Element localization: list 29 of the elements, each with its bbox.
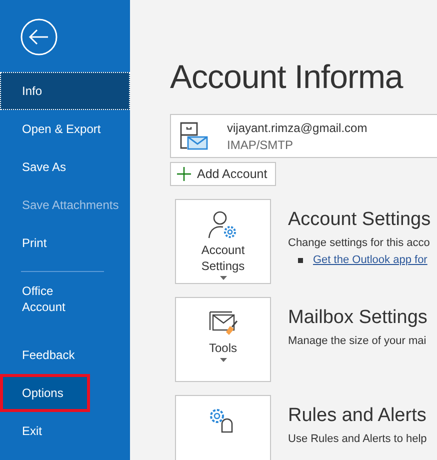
account-selector[interactable]: vijayant.rimza@gmail.com IMAP/SMTP [170,114,437,158]
bullet-icon [298,258,303,262]
person-gear-icon [207,210,239,240]
menu-item[interactable]: Save As [0,148,130,186]
settings-tile-button[interactable] [175,395,271,460]
account-email: vijayant.rimza@gmail.com [227,120,368,134]
menu-item[interactable]: Options [0,374,90,412]
menu-item[interactable]: Feedback [0,336,130,374]
caret-icon [220,276,226,280]
section-description: Change settings for this acco [288,237,431,249]
section-heading: Rules and Alerts [288,405,427,427]
account-type: IMAP/SMTP [227,138,294,152]
page-title: Account Informa [170,58,404,96]
section-description: Use Rules and Alerts to help [288,433,427,445]
settings-tile-button[interactable]: Account Settings [175,199,271,284]
mailbox-icon [179,121,209,151]
menu-item[interactable]: Print [0,224,130,262]
plus-icon [177,167,191,181]
settings-tile-button[interactable]: Tools [175,297,271,382]
menu-item[interactable]: Office Account [0,282,130,336]
menu-item[interactable]: Info [0,72,130,110]
outlook-app-link[interactable]: Get the Outlook app for [313,254,428,266]
caret-icon [220,358,226,362]
add-account-button[interactable]: Add Account [170,162,276,186]
section-heading: Account Settings [288,209,431,231]
section-heading: Mailbox Settings [288,307,428,329]
menu-item[interactable]: Open & Export [0,110,130,148]
menu-item[interactable]: Exit [0,412,130,450]
section-description: Manage the size of your mai [288,335,428,347]
